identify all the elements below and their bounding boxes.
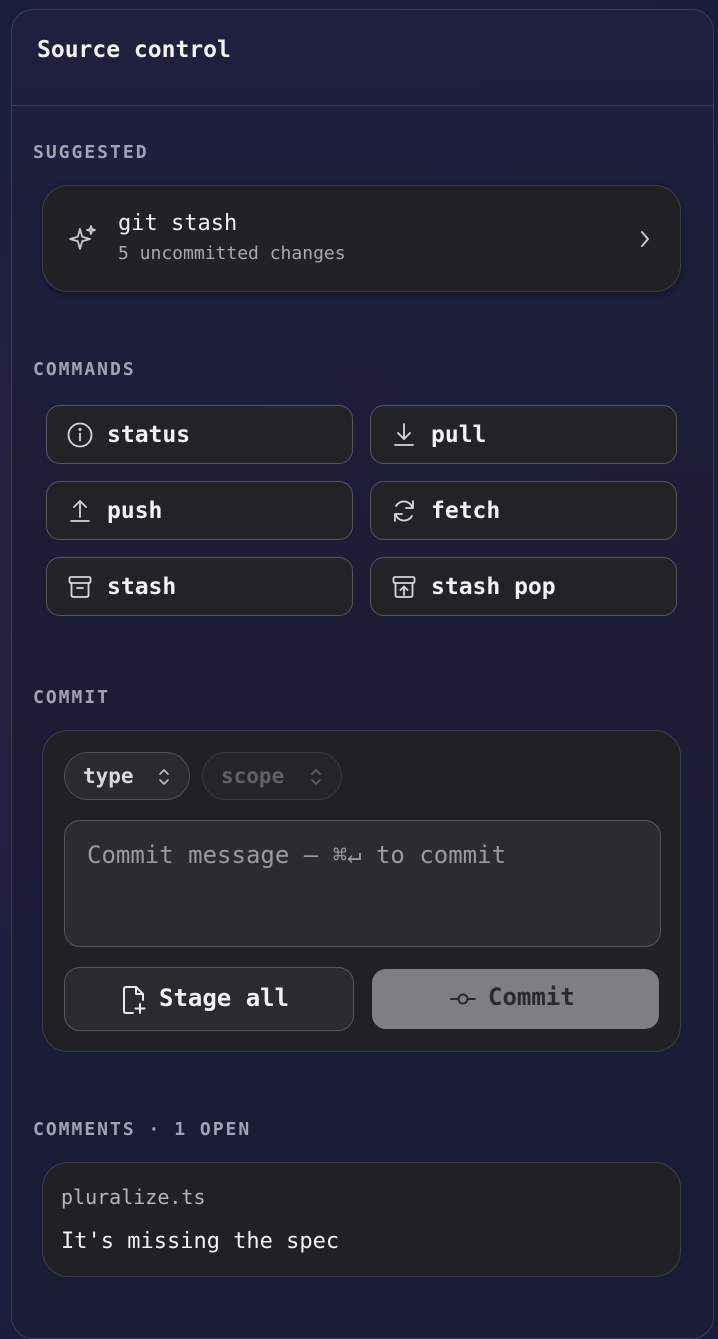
command-stash-button[interactable]: stash <box>46 557 353 616</box>
upload-icon <box>70 500 90 522</box>
info-icon <box>67 422 93 448</box>
scope-select-label: scope <box>221 764 285 788</box>
command-fetch-button[interactable]: fetch <box>370 481 677 540</box>
panel-title: Source control <box>37 36 231 63</box>
suggested-section-label: SUGGESTED <box>33 142 149 163</box>
command-label: stash pop <box>431 573 556 600</box>
archive-icon <box>68 576 92 598</box>
command-label: stash <box>107 573 177 600</box>
comment-text: It's missing the spec <box>61 1229 340 1254</box>
stage-all-button[interactable]: Stage all <box>64 967 354 1031</box>
command-status-button[interactable]: status <box>46 405 353 464</box>
type-select-label: type <box>83 764 134 788</box>
suggested-git-stash-card[interactable]: git stash 5 uncommitted changes <box>42 185 681 292</box>
suggested-title: git stash <box>118 211 238 236</box>
commit-card: type scope Commit message — ⌘↵ to commit… <box>42 730 681 1052</box>
stage-all-label: Stage all <box>159 984 290 1012</box>
sparkles-icon <box>69 225 96 250</box>
chevron-up-down-icon <box>159 769 169 785</box>
commands-section-label: COMMANDS <box>33 359 136 380</box>
suggested-subtitle: 5 uncommitted changes <box>118 243 346 264</box>
git-commit-icon <box>450 993 476 1005</box>
archive-up-icon <box>392 576 416 598</box>
panel-header: Source control <box>12 10 713 106</box>
chevron-up-down-icon <box>311 769 321 785</box>
comment-file-name: pluralize.ts <box>61 1185 206 1209</box>
file-plus-icon <box>123 986 146 1014</box>
command-push-button[interactable]: push <box>46 481 353 540</box>
download-icon <box>394 423 414 446</box>
comments-section-label: COMMENTS · 1 OPEN <box>33 1119 252 1140</box>
command-label: pull <box>431 421 487 448</box>
commit-button[interactable]: Commit <box>372 969 659 1029</box>
commit-section-label: COMMIT <box>33 687 111 708</box>
command-pull-button[interactable]: pull <box>370 405 677 464</box>
scope-select[interactable]: scope <box>202 752 342 800</box>
type-select[interactable]: type <box>64 752 190 800</box>
command-stash-pop-button[interactable]: stash pop <box>370 557 677 616</box>
command-label: push <box>107 497 163 524</box>
refresh-icon <box>394 500 414 522</box>
commit-message-placeholder: Commit message — ⌘↵ to commit <box>87 841 507 869</box>
command-label: fetch <box>431 497 501 524</box>
command-label: status <box>107 421 191 448</box>
commit-label: Commit <box>488 983 575 1011</box>
chevron-right-icon <box>641 231 649 247</box>
comment-item[interactable]: pluralize.ts It's missing the spec <box>42 1162 681 1277</box>
commit-message-input[interactable]: Commit message — ⌘↵ to commit <box>64 820 661 947</box>
